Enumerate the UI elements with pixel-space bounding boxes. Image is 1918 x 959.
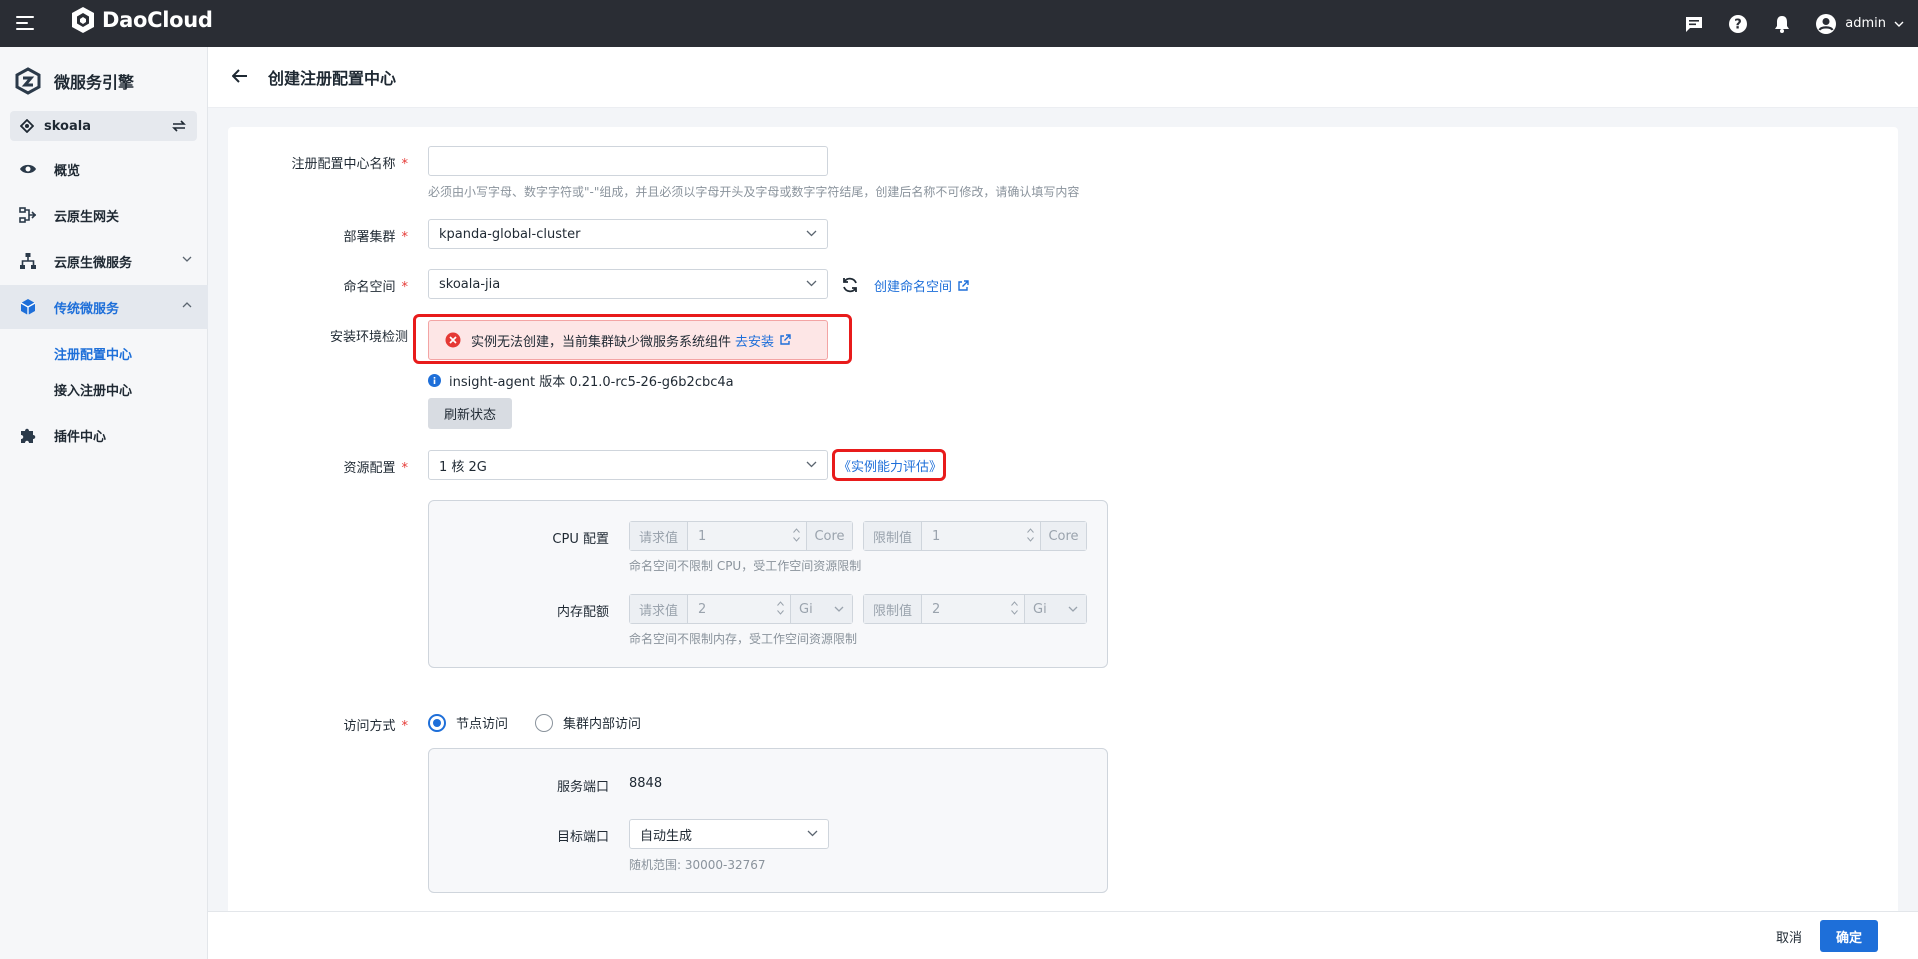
radio-cluster-internal-access[interactable]: 集群内部访问 bbox=[535, 713, 641, 732]
help-icon[interactable]: ? bbox=[1727, 13, 1749, 35]
target-port-select[interactable]: 自动生成 bbox=[629, 819, 829, 849]
workspace-name: skoala bbox=[44, 118, 91, 134]
sidebar-item-label: 传统微服务 bbox=[54, 301, 120, 317]
cluster-label: 部署集群 * bbox=[343, 230, 408, 245]
error-icon bbox=[445, 332, 461, 348]
avatar-icon bbox=[1816, 13, 1837, 34]
sidebar-item-label: 概览 bbox=[54, 163, 81, 179]
memory-limit-unit-select[interactable]: Gi bbox=[1024, 595, 1086, 623]
sidebar-subitem-registry-center[interactable]: 注册配置中心 bbox=[54, 344, 132, 363]
install-link[interactable]: 去安装 bbox=[735, 331, 774, 350]
chevron-down-icon bbox=[806, 461, 817, 468]
chevron-down-icon bbox=[806, 230, 817, 237]
back-arrow-icon[interactable] bbox=[232, 69, 248, 83]
stepper-icon[interactable] bbox=[793, 528, 800, 542]
svg-text:?: ? bbox=[1734, 17, 1742, 32]
workspace-icon bbox=[20, 119, 34, 133]
access-label: 访问方式 * bbox=[343, 719, 408, 734]
stepper-icon[interactable] bbox=[1027, 528, 1034, 542]
external-link-icon bbox=[958, 279, 969, 291]
sidebar: 微服务引擎 skoala 概览 云原生网关 云原生微服务 传统微服务 注册配置中… bbox=[0, 47, 208, 959]
name-label: 注册配置中心名称 * bbox=[291, 157, 408, 172]
chevron-down-icon bbox=[834, 606, 844, 612]
chevron-down-icon bbox=[807, 830, 818, 837]
sidebar-title: 微服务引擎 bbox=[54, 73, 135, 92]
cpu-hint: 命名空间不限制 CPU，受工作空间资源限制 bbox=[629, 559, 862, 573]
cube-icon bbox=[18, 297, 38, 317]
page-header: 创建注册配置中心 bbox=[208, 47, 1918, 108]
memory-request-unit-select[interactable]: Gi bbox=[790, 595, 852, 623]
refresh-status-button[interactable]: 刷新状态 bbox=[428, 398, 512, 429]
sidebar-brand: 微服务引擎 bbox=[14, 67, 134, 95]
memory-label: 内存配额 bbox=[556, 605, 609, 620]
user-menu[interactable]: admin bbox=[1815, 13, 1904, 35]
insight-agent-info: insight-agent 版本 0.21.0-rc5-26-g6b2cbc4a bbox=[428, 371, 734, 390]
memory-hint: 命名空间不限制内存，受工作空间资源限制 bbox=[629, 632, 858, 646]
resource-label: 资源配置 * bbox=[343, 461, 408, 476]
chevron-down-icon bbox=[806, 280, 817, 287]
stepper-icon[interactable] bbox=[1011, 601, 1018, 615]
cluster-select[interactable]: kpanda-global-cluster bbox=[428, 219, 828, 249]
radio-node-access[interactable]: 节点访问 bbox=[428, 713, 508, 732]
brand-name: DaoCloud bbox=[102, 8, 213, 32]
chevron-up-icon bbox=[182, 302, 192, 308]
top-bar: DaoCloud ? admin bbox=[0, 0, 1918, 47]
env-error-text: 实例无法创建，当前集群缺少微服务系统组件 bbox=[471, 334, 732, 350]
sidebar-item-traditional-microservice[interactable]: 传统微服务 bbox=[0, 285, 208, 329]
target-port-hint: 随机范围: 30000-32767 bbox=[629, 858, 766, 872]
name-input[interactable] bbox=[428, 146, 828, 176]
cpu-request-input[interactable]: 请求值 1 Core bbox=[629, 521, 853, 551]
sidebar-item-overview[interactable]: 概览 bbox=[0, 147, 208, 191]
message-icon[interactable] bbox=[1683, 13, 1705, 35]
stepper-icon[interactable] bbox=[777, 601, 784, 615]
chevron-down-icon bbox=[1894, 21, 1904, 27]
confirm-button[interactable]: 确定 bbox=[1820, 920, 1878, 952]
footer-bar: 取消 确定 bbox=[208, 911, 1918, 959]
hierarchy-icon bbox=[18, 251, 38, 271]
resource-select[interactable]: 1 核 2G bbox=[428, 450, 828, 480]
chevron-down-icon bbox=[182, 256, 192, 262]
cancel-button[interactable]: 取消 bbox=[1776, 927, 1802, 946]
memory-limit-input[interactable]: 限制值 2 Gi bbox=[863, 594, 1087, 624]
daocloud-logo-icon bbox=[72, 7, 94, 33]
sidebar-item-gateway[interactable]: 云原生网关 bbox=[0, 193, 208, 237]
namespace-label: 命名空间 * bbox=[343, 280, 408, 295]
info-icon bbox=[428, 374, 441, 387]
memory-request-input[interactable]: 请求值 2 Gi bbox=[629, 594, 853, 624]
sidebar-item-cloud-native-microservice[interactable]: 云原生微服务 bbox=[0, 239, 208, 283]
radio-checked-icon bbox=[428, 713, 446, 732]
namespace-select[interactable]: skoala-jia bbox=[428, 269, 828, 299]
name-hint: 必须由小写字母、数字字符或"-"组成，并且必须以字母开头及字母或数字字符结尾，创… bbox=[428, 185, 1080, 199]
sidebar-item-label: 云原生微服务 bbox=[54, 255, 133, 271]
bell-icon[interactable] bbox=[1771, 13, 1793, 35]
env-error-alert: 实例无法创建，当前集群缺少微服务系统组件 去安装 bbox=[428, 320, 828, 360]
capacity-eval-link[interactable]: 《实例能力评估》 bbox=[838, 456, 942, 475]
microservice-engine-icon bbox=[15, 67, 41, 95]
puzzle-icon bbox=[18, 425, 38, 445]
env-check-label: 安装环境检测 bbox=[329, 330, 408, 345]
cpu-limit-input[interactable]: 限制值 1 Core bbox=[863, 521, 1087, 551]
external-link-icon[interactable] bbox=[779, 334, 791, 346]
sidebar-item-plugin-center[interactable]: 插件中心 bbox=[0, 413, 208, 457]
menu-icon[interactable] bbox=[16, 14, 36, 32]
sidebar-item-label: 云原生网关 bbox=[54, 209, 120, 225]
target-port-label: 目标端口 bbox=[556, 830, 609, 845]
chevron-down-icon bbox=[1068, 606, 1078, 612]
gateway-icon bbox=[18, 205, 38, 225]
eye-icon bbox=[18, 159, 38, 179]
radio-unchecked-icon bbox=[535, 713, 553, 732]
service-port-label: 服务端口 bbox=[556, 780, 609, 795]
sidebar-item-label: 插件中心 bbox=[54, 429, 107, 445]
cpu-label: CPU 配置 bbox=[552, 532, 609, 547]
page-title: 创建注册配置中心 bbox=[268, 69, 397, 88]
sidebar-subitem-access-registry[interactable]: 接入注册中心 bbox=[54, 380, 132, 399]
daocloud-logo[interactable]: DaoCloud bbox=[70, 6, 213, 34]
create-namespace-link[interactable]: 创建命名空间 bbox=[874, 276, 969, 295]
username: admin bbox=[1845, 16, 1886, 31]
switch-icon[interactable] bbox=[171, 119, 187, 133]
workspace-switcher[interactable]: skoala bbox=[10, 111, 197, 141]
service-port-value: 8848 bbox=[629, 776, 663, 791]
refresh-icon[interactable] bbox=[841, 276, 859, 294]
